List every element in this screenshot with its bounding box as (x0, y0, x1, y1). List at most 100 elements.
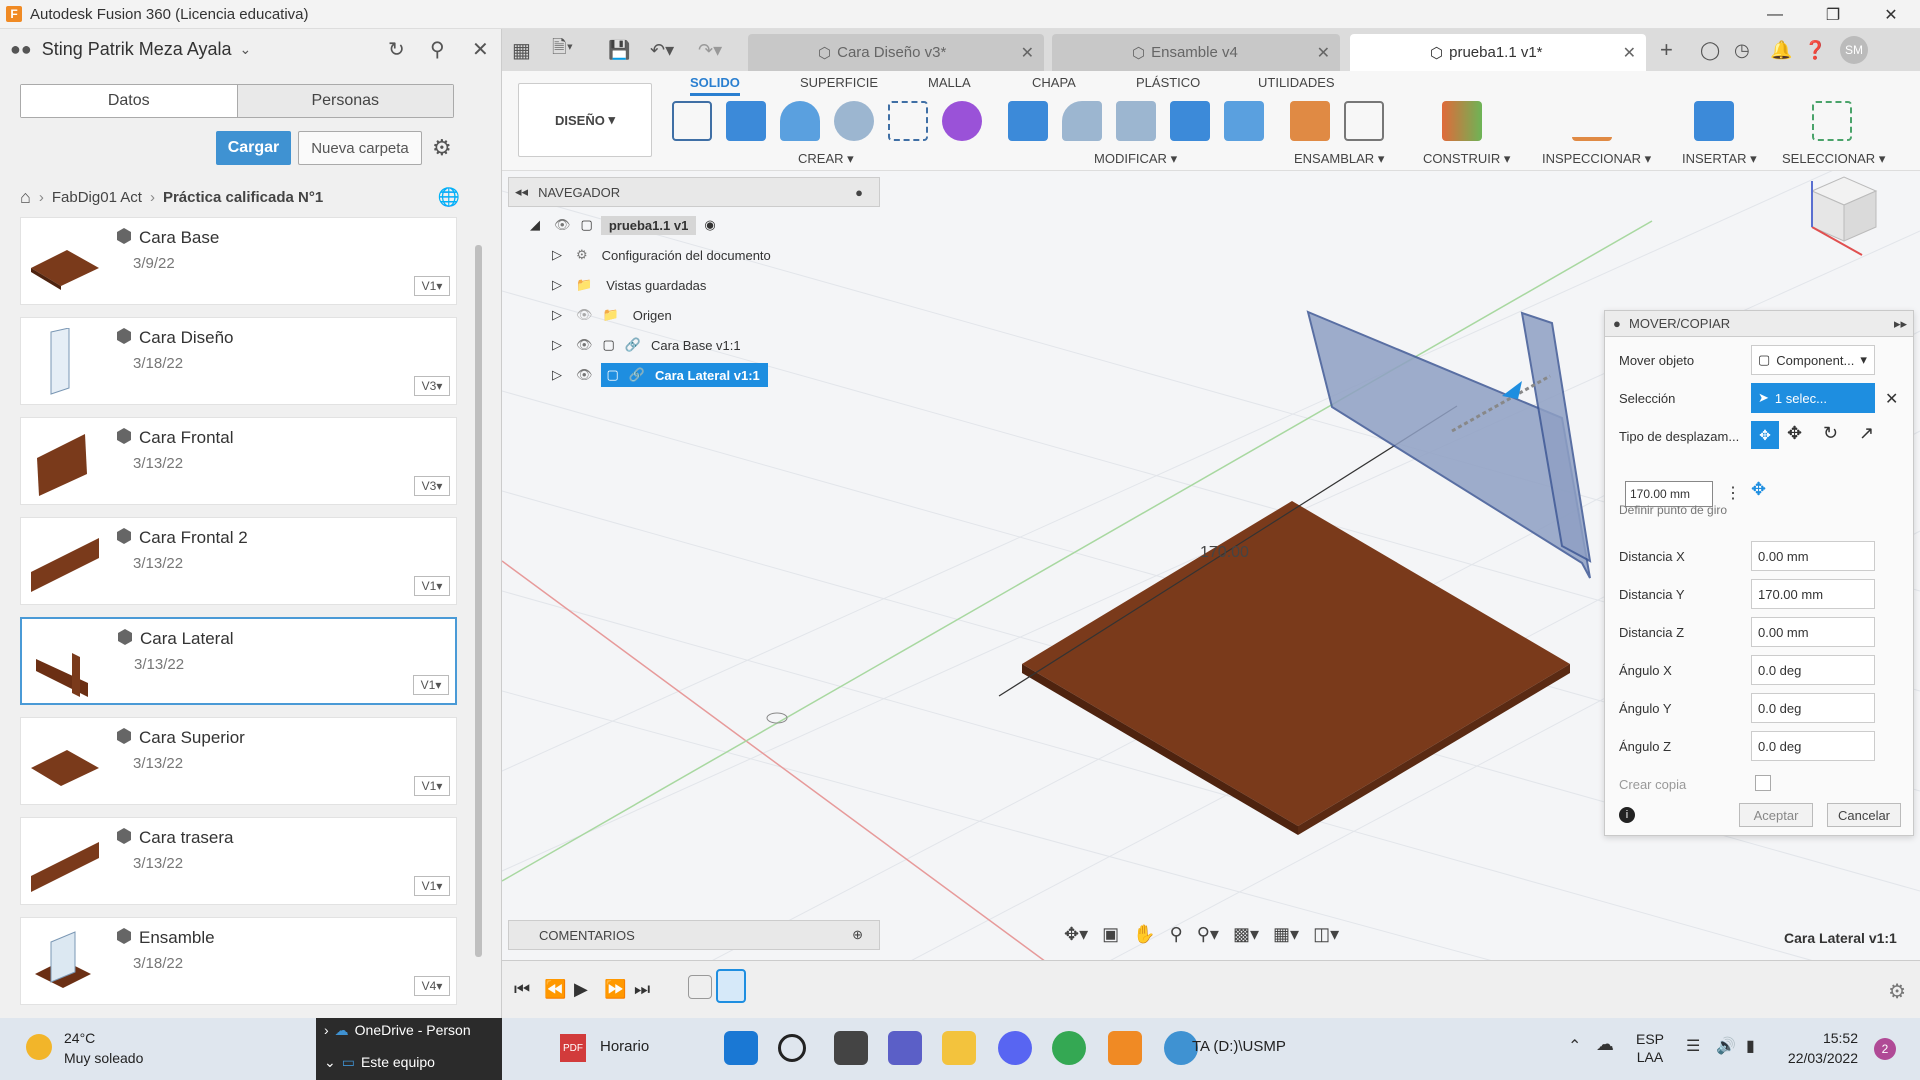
version-dropdown[interactable]: V1 ▾ (414, 876, 450, 896)
file-card[interactable]: Cara Superior 3/13/22 V1 ▾ (20, 717, 457, 805)
construct-plane-icon[interactable] (1442, 101, 1482, 141)
weather-icon[interactable] (26, 1034, 52, 1060)
move-arrow-icon[interactable] (1502, 381, 1522, 399)
minimize-button[interactable]: — (1746, 0, 1804, 29)
upload-button[interactable]: Cargar (216, 131, 291, 165)
clock[interactable]: 15:52 22/03/2022 (1770, 1028, 1858, 1068)
rotate-icon[interactable]: ↻ (1823, 423, 1838, 444)
breadcrumb-folder[interactable]: Práctica calificada N°1 (163, 189, 323, 206)
press-pull-icon[interactable] (1008, 101, 1048, 141)
group-seleccionar[interactable]: SELECCIONAR ▾ (1782, 151, 1885, 167)
group-insertar[interactable]: INSERTAR ▾ (1682, 151, 1757, 167)
ribbon-tab-utilidades[interactable]: UTILIDADES (1258, 75, 1335, 90)
combine-icon[interactable] (1170, 101, 1210, 141)
collapse-dialog-icon[interactable]: ● (1613, 316, 1621, 331)
drive-label[interactable]: TA (D:)\USMP (1192, 1038, 1286, 1055)
version-dropdown[interactable]: V3 ▾ (414, 376, 450, 396)
home-icon[interactable]: ⌂ (20, 187, 31, 208)
weather-temp[interactable]: 24°C (64, 1030, 95, 1046)
next-step-icon[interactable]: ⏩ (604, 979, 626, 1000)
task-view-icon[interactable] (834, 1031, 868, 1065)
pan-icon[interactable]: ✋ (1133, 924, 1155, 945)
comments-panel[interactable]: COMENTARIOS ⊕ (508, 920, 880, 950)
expand-icon[interactable]: ▷ (552, 307, 562, 323)
fillet-icon[interactable] (1062, 101, 1102, 141)
ribbon-tab-malla[interactable]: MALLA (928, 75, 971, 90)
pin-icon[interactable]: ● (855, 185, 863, 200)
workspace-dropdown[interactable]: DISEÑO ▾ (518, 83, 652, 157)
expand-icon[interactable]: ▷ (552, 337, 562, 353)
tree-item[interactable]: ▷ 📁 Vistas guardadas (552, 273, 706, 297)
file-card[interactable]: Cara Frontal 3/13/22 V3 ▾ (20, 417, 457, 505)
extensions-icon[interactable]: ◯ (1700, 40, 1720, 61)
tree-item[interactable]: ▷ ⚙ Configuración del documento (552, 243, 771, 267)
ribbon-tab-superficie[interactable]: SUPERFICIE (800, 75, 878, 90)
search-icon[interactable] (778, 1034, 806, 1062)
angle-x-input[interactable]: 0.0 deg (1751, 655, 1875, 685)
eye-hidden-icon[interactable]: 👁 (576, 307, 593, 323)
free-move-icon[interactable]: ✥ (1751, 421, 1779, 449)
volume-icon[interactable]: 🔊 (1716, 1036, 1736, 1056)
pivot-icon[interactable]: ✥ (1751, 479, 1766, 500)
version-dropdown[interactable]: V1 ▾ (414, 276, 450, 296)
avatar[interactable]: SM (1840, 36, 1868, 64)
group-modificar[interactable]: MODIFICAR ▾ (1094, 151, 1177, 167)
file-card-selected[interactable]: Cara Lateral 3/13/22 V1 ▾ (20, 617, 457, 705)
tab-prueba[interactable]: ⬡ prueba1.1 v1* ✕ (1350, 34, 1646, 71)
app-grid-icon[interactable]: ▦ (512, 38, 531, 63)
create-sketch-icon[interactable] (672, 101, 712, 141)
extrude-icon[interactable] (726, 101, 766, 141)
tab-datos[interactable]: Datos (21, 85, 237, 117)
pattern-icon[interactable] (888, 101, 928, 141)
activate-icon[interactable]: ◉ (704, 217, 715, 233)
file-card[interactable]: Cara Frontal 2 3/13/22 V1 ▾ (20, 517, 457, 605)
group-crear[interactable]: CREAR ▾ (798, 151, 854, 167)
gear-icon[interactable]: ⚙ (432, 135, 452, 161)
close-tab-icon[interactable]: ✕ (1623, 43, 1636, 63)
viewports-icon[interactable]: ◫▾ (1313, 924, 1339, 945)
restore-button[interactable]: ❐ (1804, 0, 1862, 29)
last-step-icon[interactable]: ⏭ (634, 979, 650, 1000)
onedrive-tray-icon[interactable]: ☁ (1596, 1034, 1614, 1055)
horario-label[interactable]: Horario (600, 1038, 649, 1055)
browser-panel-header[interactable]: ◂◂ NAVEGADOR ● (508, 177, 880, 207)
angle-y-input[interactable]: 0.0 deg (1751, 693, 1875, 723)
selected-item-highlight[interactable]: ▢ 🔗 Cara Lateral v1:1 (600, 363, 768, 387)
redo-icon[interactable]: ↷▾ (698, 40, 722, 61)
discord-icon[interactable] (998, 1031, 1032, 1065)
file-card[interactable]: Cara trasera 3/13/22 V1 ▾ (20, 817, 457, 905)
tree-item-selected[interactable]: ▷ 👁 ▢ 🔗 Cara Lateral v1:1 (552, 363, 768, 387)
group-construir[interactable]: CONSTRUIR ▾ (1423, 151, 1510, 167)
eye-icon[interactable]: 👁 (576, 367, 593, 383)
pdf-icon[interactable]: PDF (560, 1034, 586, 1062)
job-status-icon[interactable]: ◷ (1734, 40, 1750, 61)
new-folder-button[interactable]: Nueva carpeta (298, 131, 422, 165)
version-dropdown[interactable]: V3 ▾ (414, 476, 450, 496)
close-tab-icon[interactable]: ✕ (1317, 43, 1330, 63)
eye-icon[interactable]: 👁 (576, 337, 593, 353)
grid-settings-icon[interactable]: ▦▾ (1273, 924, 1299, 945)
zoom-icon[interactable]: ⚲ (1170, 924, 1183, 945)
collapse-icon[interactable]: ◂◂ (515, 184, 528, 200)
shell-icon[interactable] (1116, 101, 1156, 141)
new-component-icon[interactable] (1290, 101, 1330, 141)
info-icon[interactable]: i (1619, 807, 1635, 823)
ribbon-tab-plastico[interactable]: PLÁSTICO (1136, 75, 1200, 90)
revolve-icon[interactable] (780, 101, 820, 141)
add-comment-icon[interactable]: ⊕ (852, 927, 863, 943)
team-icon[interactable]: ●● (10, 39, 32, 60)
new-tab-icon[interactable]: + (1660, 37, 1673, 63)
more-options-icon[interactable]: ⋮ (1725, 483, 1741, 503)
battery-icon[interactable]: ▮ (1746, 1036, 1755, 1056)
onedrive-item[interactable]: › ☁ OneDrive - Person (324, 1022, 471, 1039)
eye-icon[interactable]: 👁 (554, 217, 571, 233)
chrome-icon[interactable] (1052, 1031, 1086, 1065)
expand-icon[interactable]: ▷ (552, 247, 562, 263)
notification-badge[interactable]: 2 (1874, 1038, 1896, 1060)
undo-icon[interactable]: ↶▾ (650, 40, 674, 61)
create-form-icon[interactable] (942, 101, 982, 141)
file-card[interactable]: Ensamble 3/18/22 V4 ▾ (20, 917, 457, 1005)
language-indicator[interactable]: ESP LAA (1636, 1030, 1664, 1066)
scale-icon[interactable] (1224, 101, 1264, 141)
move-object-dropdown[interactable]: ▢ Component... ▾ (1751, 345, 1875, 375)
